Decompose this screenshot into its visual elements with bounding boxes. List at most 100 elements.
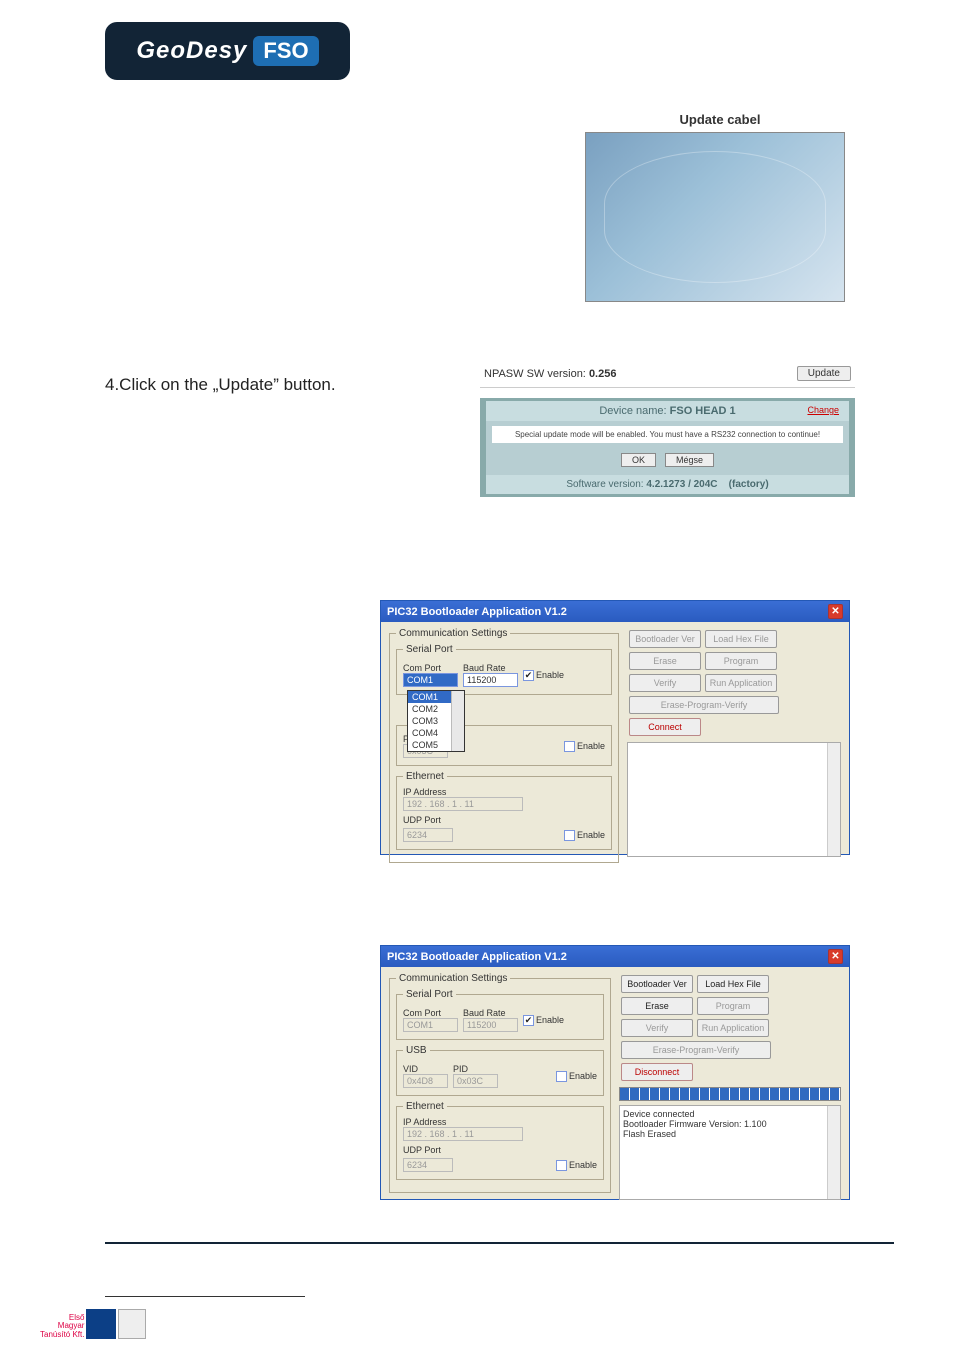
dialog-button-row: OK Mégse: [486, 448, 849, 475]
titlebar: PIC32 Bootloader Application V1.2 ✕: [381, 946, 849, 967]
bootloader-dialog-2: PIC32 Bootloader Application V1.2 ✕ Comm…: [380, 945, 850, 1200]
log-textarea: Device connected Bootloader Firmware Ver…: [619, 1105, 841, 1200]
comm-legend: Communication Settings: [396, 973, 510, 984]
update-warning-text: Special update mode will be enabled. You…: [492, 426, 843, 443]
eth-legend: Ethernet: [403, 771, 447, 782]
npasw-panel: NPASW SW version: 0.256 Update Device na…: [480, 360, 855, 497]
load-hex-button[interactable]: Load Hex File: [705, 630, 777, 648]
enable-label: Enable: [577, 741, 605, 751]
footer-divider: [105, 1296, 305, 1297]
npasw-version-label: NPASW SW version: 0.256: [484, 368, 616, 380]
npasw-version-value: 0.256: [589, 368, 617, 380]
ethernet-group: Ethernet IP Address 192 . 168 . 1 . 11 U…: [396, 771, 612, 850]
npasw-prefix: NPASW SW version:: [484, 368, 589, 380]
com-port-label: Com Port: [403, 1008, 458, 1018]
comm-legend: Communication Settings: [396, 628, 510, 639]
disconnect-button[interactable]: Disconnect: [621, 1063, 693, 1081]
eth-enable-checkbox[interactable]: Enable: [556, 1160, 597, 1171]
device-value: FSO HEAD 1: [670, 405, 736, 417]
serial-port-group: Serial Port Com Port COM1 Baud Rate 1152…: [396, 989, 604, 1040]
logo-text-left: GeoDesy: [136, 37, 247, 65]
run-app-button[interactable]: Run Application: [705, 674, 777, 692]
com-port-select[interactable]: COM1: [403, 673, 458, 687]
brand-logo: GeoDesy FSO: [105, 22, 350, 80]
com-port-label: Com Port: [403, 663, 458, 673]
bootloader-ver-button[interactable]: Bootloader Ver: [629, 630, 701, 648]
change-link[interactable]: Change: [807, 405, 839, 415]
verify-button[interactable]: Verify: [621, 1019, 693, 1037]
eth-enable-checkbox[interactable]: Enable: [564, 830, 605, 841]
enable-label: Enable: [569, 1071, 597, 1081]
usb-group: USB VID 0x4D8 PID 0x03C Enable: [396, 1045, 604, 1096]
eth-legend: Ethernet: [403, 1101, 447, 1112]
pid-input: 0x03C: [453, 1074, 498, 1088]
progress-bar: [619, 1087, 841, 1101]
bootloader-dialog-1: PIC32 Bootloader Application V1.2 ✕ Comm…: [380, 600, 850, 855]
cancel-button[interactable]: Mégse: [665, 453, 714, 467]
vid-input: 0x4D8: [403, 1074, 448, 1088]
enable-label: Enable: [577, 830, 605, 840]
ukas-badge-icon: [118, 1309, 146, 1339]
udp-label: UDP Port: [403, 1145, 597, 1155]
usb-legend: USB: [403, 1045, 430, 1056]
udp-input: 6234: [403, 828, 453, 842]
usb-enable-checkbox[interactable]: Enable: [556, 1071, 597, 1082]
action-button-grid: Bootloader Ver Load Hex File Erase Progr…: [627, 628, 841, 738]
vid-label: VID: [403, 1064, 448, 1074]
device-subpanel: Device name: FSO HEAD 1 Change Special u…: [480, 398, 855, 497]
com-port-dropdown[interactable]: COM1 COM2 COM3 COM4 COM5: [407, 690, 465, 752]
dialog-title: PIC32 Bootloader Application V1.2: [387, 606, 567, 618]
serial-enable-checkbox[interactable]: ✔Enable: [523, 670, 564, 681]
baud-select[interactable]: 115200: [463, 673, 518, 687]
ip-label: IP Address: [403, 1117, 597, 1127]
dropdown-scrollbar[interactable]: [451, 691, 464, 751]
log-line: Flash Erased: [623, 1129, 837, 1139]
baud-label: Baud Rate: [463, 663, 518, 673]
log-textarea: [627, 742, 841, 857]
connect-button[interactable]: Connect: [629, 718, 701, 736]
cable-title: Update cabel: [640, 112, 800, 127]
serial-port-group: Serial Port Com Port COM1 Baud Rate 1152…: [396, 644, 612, 695]
serial-enable-checkbox[interactable]: ✔Enable: [523, 1015, 564, 1026]
erase-button[interactable]: Erase: [621, 997, 693, 1015]
action-button-grid: Bootloader Ver Load Hex File Erase Progr…: [619, 973, 841, 1083]
program-button[interactable]: Program: [705, 652, 777, 670]
device-label: Device name:: [599, 405, 669, 417]
ok-button[interactable]: OK: [621, 453, 656, 467]
program-button[interactable]: Program: [697, 997, 769, 1015]
log-line: Device connected: [623, 1109, 837, 1119]
enable-label: Enable: [536, 1015, 564, 1025]
load-hex-button[interactable]: Load Hex File: [697, 975, 769, 993]
com-port-select: COM1: [403, 1018, 458, 1032]
certification-logo: Első Magyar Tanúsító Kft.: [40, 1309, 146, 1339]
communication-settings-group: Communication Settings Serial Port Com P…: [389, 973, 611, 1193]
divider: [105, 1242, 894, 1244]
update-button[interactable]: Update: [797, 366, 851, 381]
close-icon[interactable]: ✕: [828, 604, 843, 619]
ip-input: 192 . 168 . 1 . 11: [403, 1127, 523, 1141]
sw-value: 4.2.1273 / 204C: [646, 479, 717, 490]
serial-legend: Serial Port: [403, 644, 456, 655]
usb-enable-checkbox[interactable]: Enable: [564, 741, 605, 752]
erase-program-verify-button[interactable]: Erase-Program-Verify: [629, 696, 779, 714]
log-scrollbar[interactable]: [827, 743, 840, 856]
udp-label: UDP Port: [403, 815, 605, 825]
iso-badge-icon: [86, 1309, 116, 1339]
sw-label: Software version:: [566, 479, 646, 490]
log-scrollbar[interactable]: [827, 1106, 840, 1199]
logo-text-right: FSO: [253, 36, 318, 66]
dialog-title: PIC32 Bootloader Application V1.2: [387, 951, 567, 963]
close-icon[interactable]: ✕: [828, 949, 843, 964]
pid-label: PID: [453, 1064, 498, 1074]
bootloader-ver-button[interactable]: Bootloader Ver: [621, 975, 693, 993]
communication-settings-group: Communication Settings Serial Port Com P…: [389, 628, 619, 863]
udp-input: 6234: [403, 1158, 453, 1172]
verify-button[interactable]: Verify: [629, 674, 701, 692]
log-line: Bootloader Firmware Version: 1.100: [623, 1119, 837, 1129]
cert-text: Tanúsító Kft.: [40, 1331, 84, 1339]
run-app-button[interactable]: Run Application: [697, 1019, 769, 1037]
software-version-row: Software version: 4.2.1273 / 204C (facto…: [486, 475, 849, 494]
erase-button[interactable]: Erase: [629, 652, 701, 670]
erase-program-verify-button[interactable]: Erase-Program-Verify: [621, 1041, 771, 1059]
baud-label: Baud Rate: [463, 1008, 518, 1018]
